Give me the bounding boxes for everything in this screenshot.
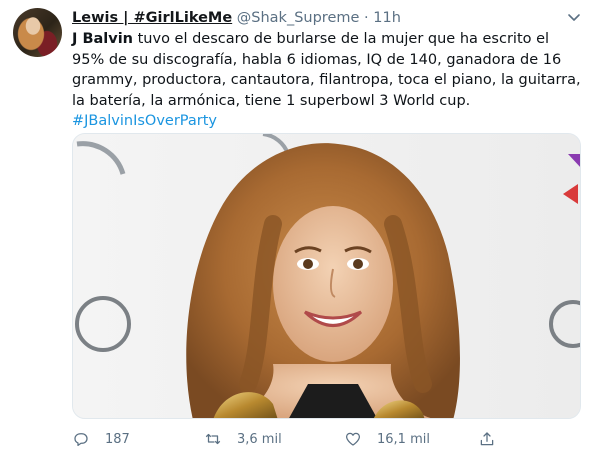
like-button[interactable]: 16,1 mil <box>344 427 430 451</box>
display-name[interactable]: Lewis | #GirlLikeMe <box>72 10 232 26</box>
reply-icon <box>74 433 88 447</box>
avatar[interactable] <box>13 8 62 57</box>
retweet-button[interactable]: 3,6 mil <box>204 427 282 451</box>
tweet-text: J Balvin tuvo el descaro de burlarse de … <box>72 29 582 132</box>
tweet-actions: 187 3,6 mil 16,1 mil <box>72 427 512 451</box>
reply-count: 187 <box>105 431 130 447</box>
retweet-icon <box>205 433 221 445</box>
separator-dot: · <box>364 10 369 26</box>
share-button[interactable] <box>478 427 496 451</box>
heart-icon <box>345 432 361 446</box>
mention-bold: J Balvin <box>72 31 133 47</box>
tweet-photo[interactable] <box>72 133 581 419</box>
tweet-body: tuvo el descaro de burlarse de la mujer … <box>72 31 581 109</box>
user-handle[interactable]: @Shak_Supreme <box>237 10 360 26</box>
tweet[interactable]: Lewis | #GirlLikeMe @Shak_Supreme · 11h … <box>0 0 600 463</box>
tweet-timestamp[interactable]: 11h <box>373 10 401 26</box>
chevron-down-icon[interactable] <box>566 9 582 25</box>
like-count: 16,1 mil <box>377 431 430 447</box>
share-icon <box>480 432 494 446</box>
photo-illustration <box>73 134 580 418</box>
retweet-count: 3,6 mil <box>237 431 282 447</box>
hashtag-link[interactable]: #JBalvinIsOverParty <box>72 113 217 129</box>
tweet-header: Lewis | #GirlLikeMe @Shak_Supreme · 11h <box>72 7 560 29</box>
reply-button[interactable]: 187 <box>72 427 130 451</box>
